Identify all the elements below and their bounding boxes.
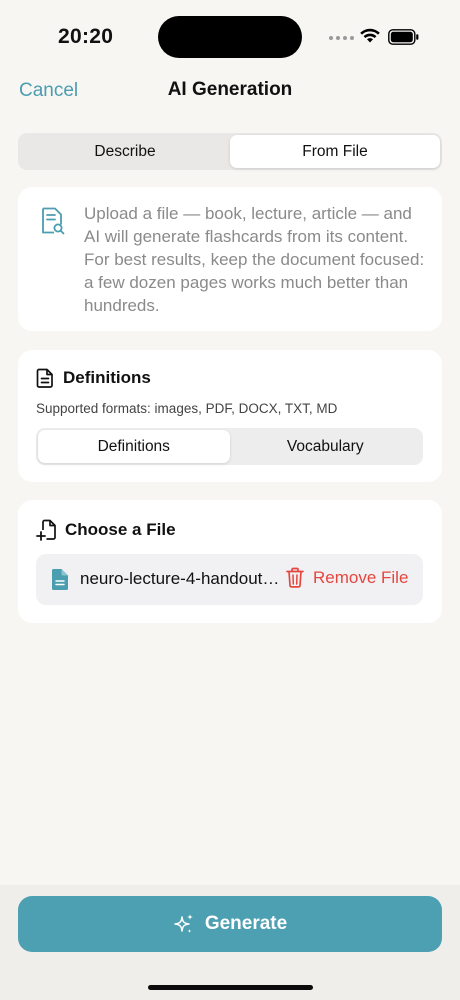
supported-formats-text: Supported formats: images, PDF, DOCX, TX… [36, 401, 338, 416]
info-card: Upload a file — book, lecture, article —… [18, 187, 442, 331]
home-indicator [148, 985, 313, 990]
remove-file-button[interactable]: Remove File [286, 567, 408, 588]
bottom-action-bar: Generate [0, 885, 460, 1000]
status-time: 20:20 [58, 25, 114, 48]
generate-label: Generate [204, 913, 288, 934]
cancel-button[interactable]: Cancel [19, 80, 78, 102]
definitions-title: Definitions [63, 368, 151, 387]
file-name: neuro-lecture-4-handout.pdf [80, 569, 280, 588]
definitions-card: Definitions Supported formats: images, P… [18, 350, 442, 482]
mode-segmented-control: Describe From File [18, 133, 442, 170]
choose-file-header: Choose a File [36, 519, 176, 541]
wifi-icon [360, 28, 380, 43]
info-text: Upload a file — book, lecture, article —… [84, 204, 425, 315]
navigation-bar: Cancel AI Generation [0, 70, 460, 112]
tab-describe[interactable]: Describe [20, 135, 230, 168]
definitions-header: Definitions [36, 368, 151, 388]
choose-file-card: Choose a File neuro-lecture-4-handout.pd… [18, 500, 442, 623]
remove-file-label: Remove File [313, 567, 409, 587]
generate-button[interactable]: Generate [18, 896, 442, 952]
file-icon [52, 569, 68, 590]
cellular-signal-icon [329, 36, 354, 40]
choose-file-title: Choose a File [65, 520, 176, 539]
tab-vocabulary[interactable]: Vocabulary [230, 430, 422, 463]
tab-from-file[interactable]: From File [230, 135, 440, 168]
document-search-icon [42, 207, 65, 235]
tab-definitions[interactable]: Definitions [38, 430, 230, 463]
selected-file-row[interactable]: neuro-lecture-4-handout.pdf Remove File [36, 554, 423, 605]
document-icon [36, 368, 53, 388]
battery-icon [388, 29, 419, 45]
card-type-segmented-control: Definitions Vocabulary [36, 428, 423, 465]
trash-icon [286, 567, 304, 588]
dynamic-island [158, 16, 302, 58]
add-file-icon [36, 519, 56, 541]
status-bar: 20:20 [0, 0, 460, 70]
sparkles-icon [174, 914, 193, 933]
